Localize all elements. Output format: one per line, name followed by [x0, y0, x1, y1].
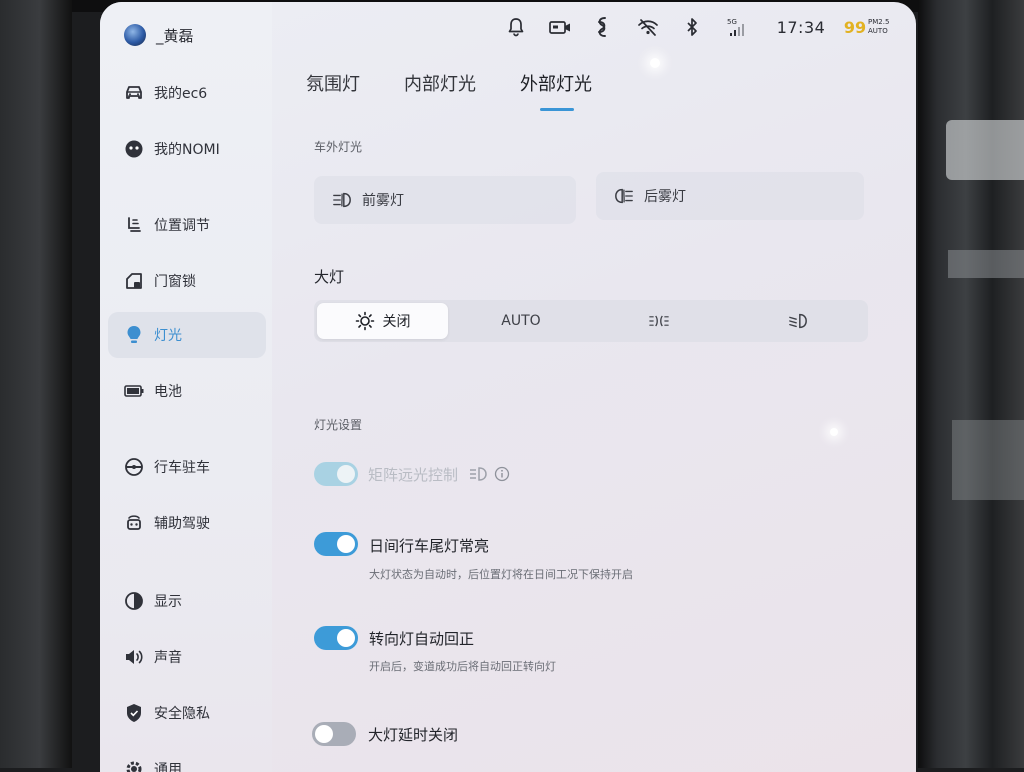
- turn-signal-auto-cancel-description: 开启后，变道成功后将自动回正转向灯: [369, 660, 556, 673]
- tab-exterior-light[interactable]: 外部灯光: [520, 70, 592, 96]
- turn-signal-auto-cancel-toggle[interactable]: [314, 626, 358, 650]
- sidebar-item-label: 声音: [154, 650, 182, 666]
- sidebar-item-security-privacy[interactable]: 安全隐私: [108, 690, 266, 736]
- wifi-off-icon[interactable]: [636, 16, 660, 38]
- sidebar-item-assisted-driving[interactable]: 辅助驾驶: [108, 500, 266, 546]
- screen-glare: [650, 58, 660, 68]
- bluetooth-icon[interactable]: [684, 16, 700, 38]
- car-icon: [124, 83, 144, 103]
- assist-drive-icon: [124, 513, 144, 533]
- seat-icon: [124, 215, 144, 235]
- battery-icon: [124, 381, 144, 401]
- tab-interior-light[interactable]: 内部灯光: [404, 70, 476, 96]
- profile-name: _黄磊: [156, 26, 194, 45]
- profile[interactable]: _黄磊: [124, 24, 194, 46]
- toggle-knob: [337, 629, 355, 647]
- bell-icon[interactable]: [506, 16, 526, 38]
- link-icon[interactable]: [594, 16, 610, 38]
- sidebar: _黄磊 我的ec6 我的NOMI 位置调节 门窗锁 灯光 电池 行车驻车 辅助驾…: [100, 2, 272, 772]
- sidebar-item-battery[interactable]: 电池: [108, 368, 266, 414]
- sidebar-item-driving-parking[interactable]: 行车驻车: [108, 444, 266, 490]
- headlight-delay-off-label: 大灯延时关闭: [368, 726, 459, 744]
- screen-glare: [830, 428, 838, 436]
- sidebar-item-door-lock[interactable]: 门窗锁: [108, 258, 266, 304]
- shield-icon: [124, 703, 144, 723]
- reflection: [948, 250, 1024, 278]
- headlight-mode-off[interactable]: 关闭: [317, 303, 448, 339]
- door-icon: [124, 271, 144, 291]
- aqi-label: PM2.5: [868, 18, 890, 26]
- settings-screen: _黄磊 我的ec6 我的NOMI 位置调节 门窗锁 灯光 电池 行车驻车 辅助驾…: [100, 2, 916, 772]
- rear-fog-light-label: 后雾灯: [644, 189, 686, 205]
- low-beam-icon: [788, 311, 808, 331]
- front-fog-light-label: 前雾灯: [362, 193, 404, 209]
- headlight-mode-low-beam[interactable]: [728, 300, 868, 342]
- tab-ambient-light[interactable]: 氛围灯: [306, 70, 360, 96]
- clock: 17:34: [776, 17, 826, 37]
- bezel-left: [0, 0, 72, 768]
- sidebar-item-label: 通用: [154, 762, 182, 772]
- turn-signal-auto-cancel-label: 转向灯自动回正: [369, 630, 475, 648]
- drl-tail-light-toggle[interactable]: [314, 532, 358, 556]
- headlight-title: 大灯: [314, 268, 345, 286]
- avatar: [124, 24, 146, 46]
- toggle-knob: [315, 725, 333, 743]
- sidebar-item-label: 门窗锁: [154, 274, 196, 290]
- nomi-icon: [124, 139, 144, 159]
- sidebar-item-display[interactable]: 显示: [108, 578, 266, 624]
- aqi-mode-label: AUTO: [868, 27, 888, 35]
- steering-wheel-icon: [124, 457, 144, 477]
- matrix-beam-toggle[interactable]: [314, 462, 358, 486]
- sidebar-item-general[interactable]: 通用: [108, 746, 266, 772]
- sidebar-item-label: 位置调节: [154, 218, 210, 234]
- sidebar-item-label: 灯光: [154, 328, 182, 344]
- speaker-icon: [124, 647, 144, 667]
- bulb-icon: [124, 325, 144, 345]
- gear-icon: [124, 759, 144, 772]
- drl-tail-light-description: 大灯状态为自动时，后位置灯将在日间工况下保持开启: [369, 568, 633, 581]
- toggle-knob: [337, 465, 355, 483]
- aqi-value[interactable]: 99: [844, 16, 866, 38]
- dashcam-icon[interactable]: [548, 16, 572, 38]
- sidebar-item-label: 我的NOMI: [154, 142, 220, 158]
- sidebar-item-my-nomi[interactable]: 我的NOMI: [108, 126, 266, 172]
- tab-active-indicator: [540, 108, 574, 111]
- info-icon[interactable]: [492, 464, 512, 484]
- sidebar-item-lights[interactable]: 灯光: [108, 312, 266, 358]
- sidebar-item-label: 电池: [154, 384, 182, 400]
- matrix-beam-label: 矩阵远光控制: [368, 466, 459, 484]
- section-title-light-settings: 灯光设置: [314, 418, 363, 432]
- position-light-icon: [649, 311, 669, 331]
- sidebar-item-sound[interactable]: 声音: [108, 634, 266, 680]
- headlight-mode-auto[interactable]: AUTO: [452, 300, 590, 342]
- toggle-knob: [337, 535, 355, 553]
- headlight-mode-off-label: 关闭: [382, 314, 411, 330]
- contrast-icon: [124, 591, 144, 611]
- rear-fog-light-icon: [614, 186, 634, 206]
- sidebar-item-position[interactable]: 位置调节: [108, 202, 266, 248]
- headlight-mode-auto-label: AUTO: [501, 313, 541, 329]
- front-fog-light-button[interactable]: 前雾灯: [314, 176, 576, 224]
- sun-icon: [355, 311, 375, 331]
- sidebar-item-label: 显示: [154, 594, 182, 610]
- section-title-exterior: 车外灯光: [314, 140, 363, 154]
- headlight-delay-off-toggle[interactable]: [312, 722, 356, 746]
- signal-type-label: 5G: [727, 18, 737, 26]
- bezel-right: [918, 0, 1024, 768]
- headlight-mode-position[interactable]: [590, 300, 728, 342]
- rear-fog-light-button[interactable]: 后雾灯: [596, 172, 864, 220]
- reflection: [946, 120, 1024, 180]
- sidebar-item-label: 安全隐私: [154, 706, 210, 722]
- headlight-mode-selector: 关闭 AUTO: [314, 300, 868, 342]
- front-fog-light-icon: [332, 190, 352, 210]
- status-bar: 5G 17:34 99 PM2.5 AUTO: [500, 12, 900, 40]
- reflection: [952, 420, 1024, 500]
- sidebar-item-label: 行车驻车: [154, 460, 210, 476]
- sidebar-item-label: 我的ec6: [154, 86, 208, 102]
- drl-tail-light-label: 日间行车尾灯常亮: [369, 537, 490, 555]
- sidebar-item-my-ec6[interactable]: 我的ec6: [108, 70, 266, 116]
- cellular-signal-icon: 5G: [726, 16, 746, 38]
- matrix-beam-icon: [468, 464, 488, 484]
- sidebar-item-label: 辅助驾驶: [154, 516, 210, 532]
